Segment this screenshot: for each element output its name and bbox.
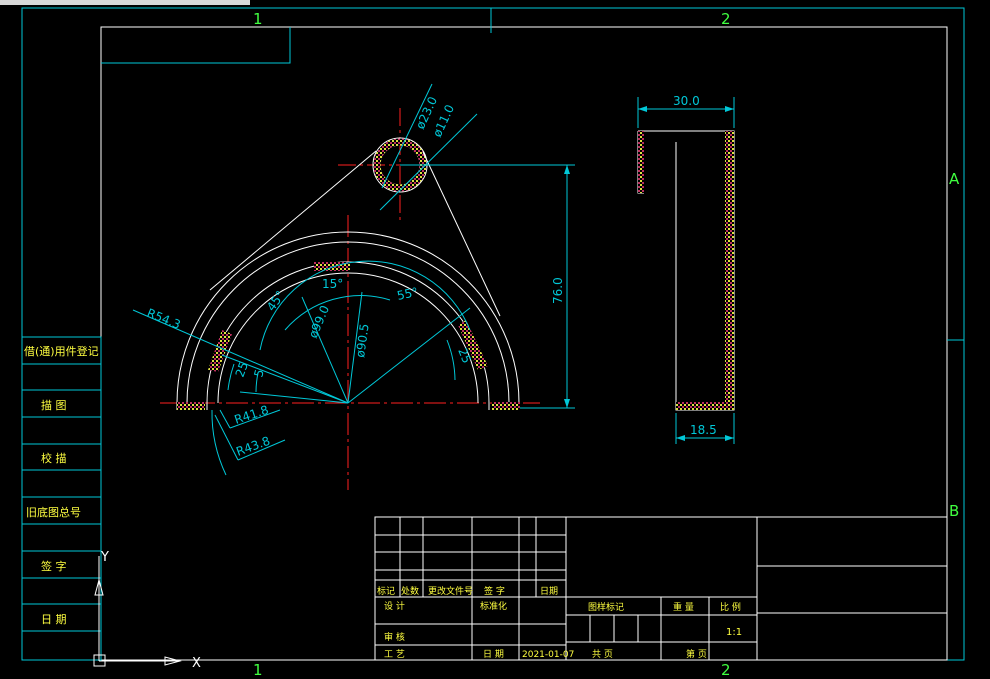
ucs-x-label: X <box>192 656 201 671</box>
strip-label-5: 日 期 <box>41 613 67 626</box>
strip-label-3: 旧底图总号 <box>26 505 81 519</box>
page-number: 第 页 <box>686 648 707 660</box>
dim-a25-left: 25 <box>233 360 251 379</box>
dim-r41: R41.8 <box>233 403 271 427</box>
corner-code-box <box>101 27 291 64</box>
zone-bottom-1: 1 <box>253 661 263 679</box>
dim-a5: 5 <box>251 368 267 379</box>
ucs-y-label: Y <box>100 550 109 565</box>
arm-left <box>209 150 377 291</box>
pad-left <box>177 402 205 410</box>
dim-r43: R43.8 <box>234 434 272 459</box>
standard-label: 标准化 <box>480 600 507 612</box>
dim-a15: 15° <box>322 277 343 291</box>
rev-label-mark: 标记 <box>377 585 395 597</box>
strip-label-2: 校 描 <box>41 451 67 465</box>
left-strip: 借(通)用件登记 描 图 校 描 旧底图总号 签 字 日 期 <box>21 336 102 661</box>
rev-label-count: 处数 <box>401 585 419 597</box>
dim-r54: R54.3 <box>145 306 183 332</box>
pad-right <box>492 402 520 410</box>
zone-top-1: 1 <box>253 10 263 28</box>
zone-right-b: B <box>949 502 959 520</box>
ucs-icon: Y X <box>93 550 201 671</box>
title-block: 标记 处数 更改文件号 签 字 日期 设 计 标准化 审 核 工 艺 日 期 2… <box>374 516 948 661</box>
weight-label: 重 量 <box>673 601 694 613</box>
dim-a55: 55° <box>396 285 420 303</box>
cad-drawing: 1 2 1 2 A B 借(通)用件登记 描 图 校 描 旧底图总号 签 字 日… <box>0 0 965 679</box>
scale-value: 1:1 <box>726 627 742 638</box>
zone-right-a: A <box>949 170 960 188</box>
design-label: 设 计 <box>384 600 405 612</box>
window-titlebar-edge <box>0 0 250 5</box>
strip-label-1: 描 图 <box>41 398 67 412</box>
dim-w18: 18.5 <box>690 423 717 437</box>
date-value: 2021-01-07 <box>522 650 574 660</box>
scale-label: 比 例 <box>720 601 741 613</box>
drawing-mark-label: 图样标记 <box>588 601 624 613</box>
review-label: 审 核 <box>384 631 405 643</box>
dim-d90: ø90.5 <box>353 323 372 359</box>
rev-label-sign: 签 字 <box>484 585 505 597</box>
rev-label-date: 日期 <box>540 586 558 597</box>
dim-h76: 76.0 <box>551 277 565 304</box>
dim-a45: 45° <box>264 288 288 313</box>
date-label: 日 期 <box>483 649 504 660</box>
zone-top-2: 2 <box>721 10 731 28</box>
process-label: 工 艺 <box>384 649 405 660</box>
zone-bottom-2: 2 <box>721 661 731 679</box>
rev-label-file: 更改文件号 <box>428 585 473 597</box>
front-view: ø23.0 ø11.0 R54.3 ø99.0 ø90.5 45° 15° 55… <box>132 83 575 490</box>
strip-label-4: 签 字 <box>41 559 67 573</box>
strip-label-0: 借(通)用件登记 <box>24 344 99 358</box>
total-pages: 共 页 <box>592 649 613 660</box>
dim-w30: 30.0 <box>673 94 700 108</box>
side-view: 30.0 18.5 <box>637 94 735 444</box>
